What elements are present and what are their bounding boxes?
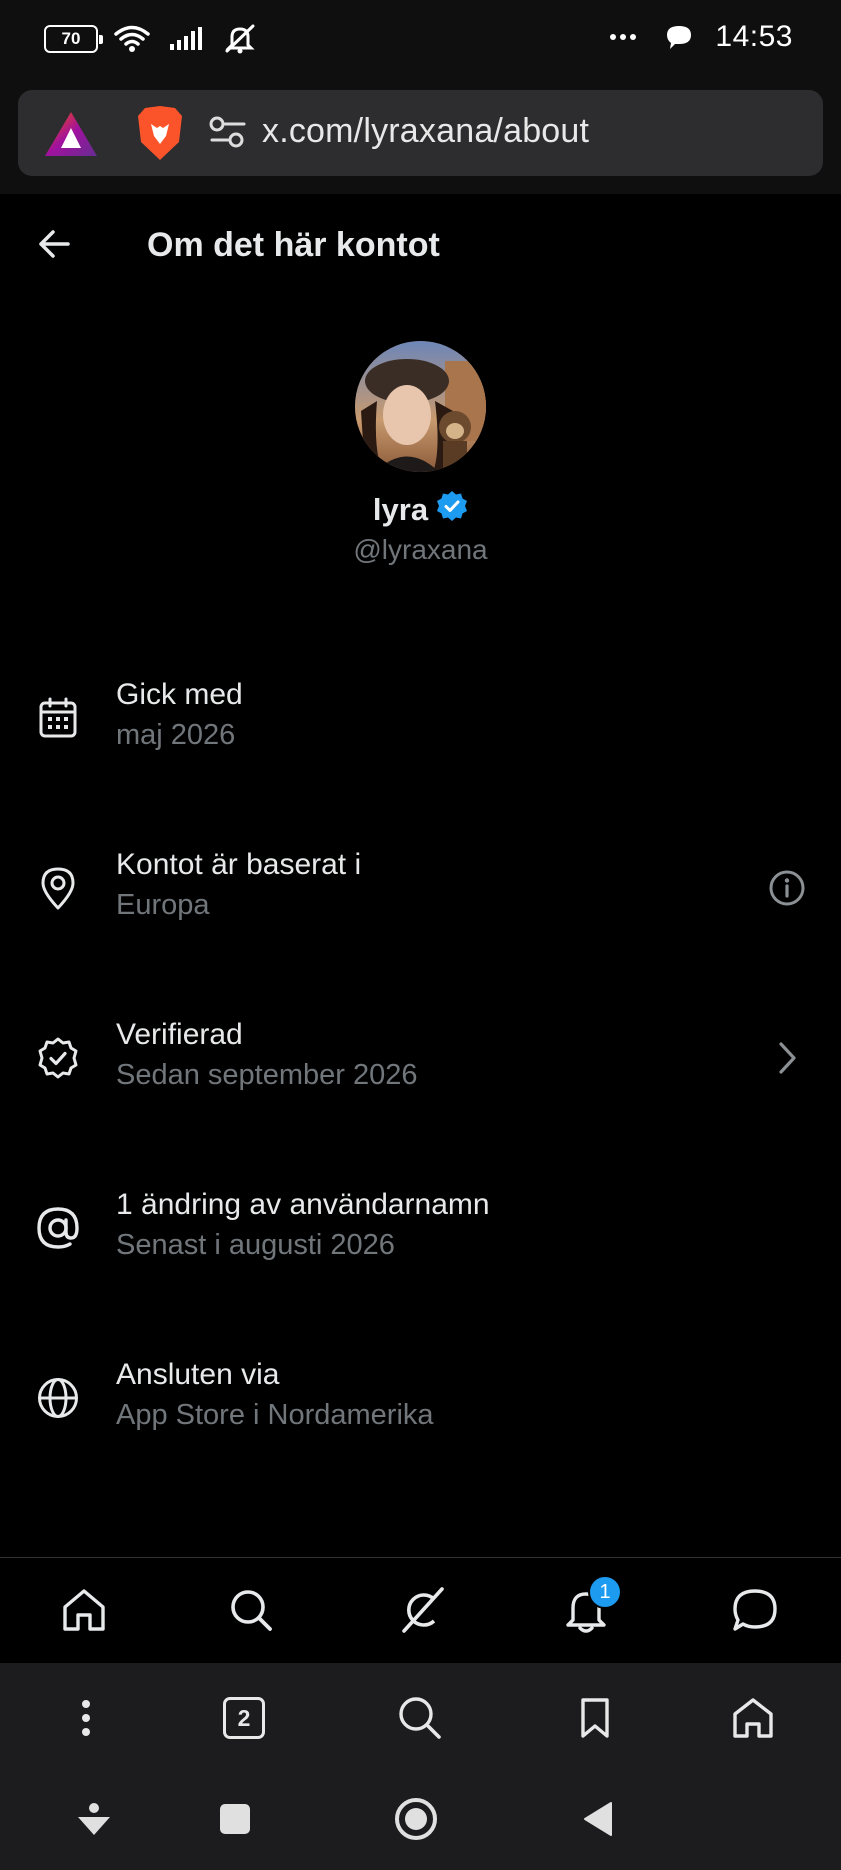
browser-search-icon[interactable]: [390, 1688, 450, 1748]
mute-icon: [220, 22, 260, 56]
info-row-verified[interactable]: Verifierad Sedan september 2026: [0, 998, 841, 1118]
clock: 14:53: [715, 20, 793, 53]
info-row-joined: Gick med maj 2026: [0, 658, 841, 778]
back-nav-icon[interactable]: [568, 1789, 628, 1849]
browser-home-icon[interactable]: [723, 1688, 783, 1748]
info-icon[interactable]: [767, 868, 807, 908]
url-pill[interactable]: x.com/lyraxana/about: [18, 90, 823, 176]
avatar[interactable]: [355, 341, 486, 472]
page-header: Om det här kontot: [0, 194, 841, 300]
tabs-icon: 2: [223, 1697, 265, 1739]
bat-rewards-icon[interactable]: [43, 110, 99, 158]
info-row-connected-via: Ansluten via App Store i Nordamerika: [0, 1338, 841, 1458]
info-row-username-changes: 1 ändring av användarnamn Senast i augus…: [0, 1168, 841, 1288]
tab-count: 2: [237, 1704, 251, 1731]
wifi-icon: [112, 22, 152, 56]
row-title: Ansluten via: [116, 1358, 280, 1391]
row-subtitle: Sedan september 2026: [116, 1059, 418, 1091]
messages-icon[interactable]: [725, 1580, 785, 1640]
row-subtitle: App Store i Nordamerika: [116, 1399, 434, 1431]
back-button[interactable]: [28, 218, 80, 270]
row-subtitle: maj 2026: [116, 719, 236, 751]
location-pin-icon: [34, 864, 82, 912]
calendar-icon: [34, 694, 82, 742]
site-settings-icon[interactable]: [208, 114, 248, 150]
row-title: Verifierad: [116, 1018, 243, 1051]
status-bar-right: 14:53: [603, 20, 793, 54]
display-name-row: lyra: [0, 490, 841, 530]
system-navigation-bar: [0, 1773, 841, 1870]
recents-square: [220, 1804, 250, 1834]
x-bottom-nav: 1: [0, 1557, 841, 1663]
recents-icon[interactable]: [205, 1789, 265, 1849]
info-row-location: Kontot är baserat i Europa: [0, 828, 841, 948]
globe-icon: [34, 1374, 82, 1422]
home-nav-icon[interactable]: [386, 1789, 446, 1849]
browser-toolbar: 2: [0, 1663, 841, 1773]
chevron-right-icon: [767, 1038, 807, 1078]
display-name-wrap: lyra: [373, 490, 468, 530]
page-title: Om det här kontot: [147, 226, 440, 264]
row-title: Kontot är baserat i: [116, 848, 362, 881]
at-sign-icon: [34, 1204, 82, 1252]
bookmark-icon[interactable]: [565, 1688, 625, 1748]
status-bar-left: 70: [44, 22, 260, 56]
chat-notification-icon: [659, 20, 699, 54]
verified-outline-icon: [34, 1034, 82, 1082]
battery-level: 70: [61, 29, 81, 48]
brave-shields-icon[interactable]: [135, 104, 185, 162]
row-title: Gick med: [116, 678, 243, 711]
notifications-badge: 1: [588, 1575, 622, 1609]
url-text[interactable]: x.com/lyraxana/about: [262, 112, 589, 151]
search-icon[interactable]: [221, 1580, 281, 1640]
more-dots-icon: [603, 20, 643, 54]
accessibility-icon[interactable]: [64, 1789, 124, 1849]
row-subtitle: Senast i augusti 2026: [116, 1229, 395, 1261]
grok-icon[interactable]: [391, 1580, 451, 1640]
row-subtitle: Europa: [116, 889, 210, 921]
tabs-button[interactable]: 2: [214, 1688, 274, 1748]
browser-address-bar: x.com/lyraxana/about: [0, 82, 841, 194]
user-handle: @lyraxana: [353, 534, 488, 565]
status-bar: 70 14:53: [0, 0, 841, 82]
signal-icon: [166, 22, 206, 56]
arrow-left-icon: [39, 230, 70, 258]
verified-badge-icon[interactable]: [436, 490, 468, 530]
battery-indicator: 70: [44, 25, 103, 53]
row-title: 1 ändring av användarnamn: [116, 1188, 490, 1221]
display-name: lyra: [372, 492, 429, 527]
home-icon[interactable]: [54, 1580, 114, 1640]
menu-dots-icon[interactable]: [56, 1688, 116, 1748]
